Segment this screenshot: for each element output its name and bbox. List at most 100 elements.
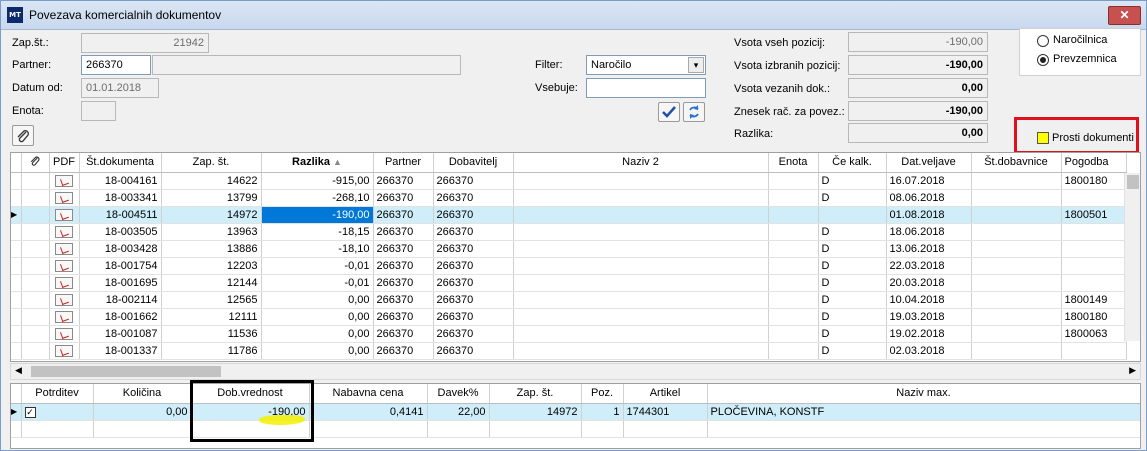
partner-cell: 266370 [373,223,434,241]
potrditev-cell[interactable]: ✓ [21,403,94,421]
pdf-cell[interactable] [49,172,80,190]
table-row[interactable]: 18-001695 12144 -0,01 266370 266370 D 20.03.20… [11,274,1127,292]
scroll-left-icon[interactable]: ◀ [15,365,22,376]
pdf-icon[interactable] [55,242,73,255]
ce-kalk-cell: D [818,189,887,207]
close-button[interactable]: ✕ [1108,6,1141,25]
filter-select[interactable]: Naročilo ▾ [586,55,706,75]
radio-prevzemnica[interactable] [1037,54,1049,66]
refresh-button[interactable] [683,102,705,122]
col-kolicina[interactable]: Količina [93,384,192,404]
col-davek[interactable]: Davek% [427,384,490,404]
table-row[interactable]: 18-003428 13886 -18,10 266370 266370 D 13.06.2… [11,240,1127,258]
detail-zap-st-cell: 14972 [489,403,582,421]
vsota-izbranih-label: Vsota izbranih pozicij: [734,60,841,72]
naziv-max-cell: PLOČEVINA, KONSTF [707,403,1140,421]
pdf-cell[interactable] [49,291,80,309]
pdf-icon[interactable] [55,327,73,340]
col-zap-st[interactable]: Zap. št. [161,153,262,173]
pdf-cell[interactable] [49,325,80,343]
filter-value: Naročilo [591,59,632,71]
confirm-checkbox[interactable]: ✓ [24,406,36,418]
pdf-cell[interactable] [49,342,80,360]
st-dobavnice-cell [971,342,1062,360]
col-dobavitelj[interactable]: Dobavitelj [433,153,514,173]
enota-field[interactable] [81,101,116,121]
partner-field[interactable]: 266370 [81,55,151,75]
table-row[interactable]: 18-002114 12565 0,00 266370 266370 D 10.04.201… [11,291,1127,309]
prosti-checkbox[interactable] [1037,132,1049,144]
grid-horizontal-scrollbar[interactable]: ◀ ▶ [10,363,1141,380]
vsebuje-input[interactable] [586,78,706,98]
row-pointer [11,240,22,258]
pdf-cell[interactable] [49,257,80,275]
vsota-vseh-field: -190,00 [848,32,988,52]
col-poz[interactable]: Poz. [581,384,624,404]
pdf-cell[interactable] [49,240,80,258]
detail-row[interactable]: ▶ ✓ 0,00 -190,00 0,4141 22,00 14972 1 17… [11,403,1140,421]
col-pdf[interactable]: PDF [49,153,80,173]
row-pointer [11,325,22,343]
col-nabavna-cena[interactable]: Nabavna cena [309,384,428,404]
partner-cell: 266370 [373,325,434,343]
detail-row-indicator-header [11,384,22,404]
col-ce-kalk[interactable]: Če kalk. [818,153,887,173]
table-row[interactable]: 18-001754 12203 -0,01 266370 266370 D 22.03.20… [11,257,1127,275]
col-potrditev[interactable]: Potrditev [21,384,94,404]
pdf-cell[interactable] [49,274,80,292]
pdf-icon[interactable] [55,225,73,238]
col-detail-zap-st[interactable]: Zap. št. [489,384,582,404]
table-row[interactable]: 18-003341 13799 -268,10 266370 266370 D 08.06.… [11,189,1127,207]
naziv2-cell [513,274,769,292]
col-st-dobavnice[interactable]: Št.dobavnice [971,153,1062,173]
grid-horizontal-thumb[interactable] [31,366,221,377]
enota-cell [768,257,819,275]
pdf-icon[interactable] [55,174,73,187]
pdf-icon[interactable] [55,191,73,204]
pdf-cell[interactable] [49,206,80,224]
ce-kalk-cell: D [818,342,887,360]
col-st-dokumenta[interactable]: Št.dokumenta [79,153,162,173]
enota-cell [768,172,819,190]
st-dobavnice-cell [971,325,1062,343]
table-row[interactable]: 18-001087 11536 0,00 266370 266370 D 19.02.201… [11,325,1127,343]
pdf-icon[interactable] [55,310,73,323]
row-pointer [11,189,22,207]
table-row[interactable]: 18-004161 14622 -915,00 266370 266370 D 16.07.… [11,172,1127,190]
pdf-icon[interactable] [55,259,73,272]
pdf-icon[interactable] [55,344,73,357]
confirm-button[interactable] [658,102,680,122]
pogodba-cell: 1800149 [1061,291,1127,309]
enota-cell [768,189,819,207]
enota-cell [768,325,819,343]
table-row[interactable]: 18-003505 13963 -18,15 266370 266370 D 18.06.2… [11,223,1127,241]
attach-button[interactable] [12,125,34,146]
pogodba-cell: 1800501 [1061,206,1127,224]
table-row[interactable]: 18-001662 12111 0,00 266370 266370 D 19.03.201… [11,308,1127,326]
pdf-cell[interactable] [49,308,80,326]
datum-field[interactable]: 01.01.2018 [81,78,159,98]
pdf-icon[interactable] [55,208,73,221]
col-naziv-max[interactable]: Naziv max. [707,384,1140,404]
pdf-icon[interactable] [55,276,73,289]
col-naziv2[interactable]: Naziv 2 [513,153,769,173]
col-dat-veljave[interactable]: Dat.veljave [886,153,972,173]
scroll-right-icon[interactable]: ▶ [1129,365,1136,376]
radio-narocilnica[interactable] [1037,35,1049,47]
col-artikel[interactable]: Artikel [623,384,708,404]
table-row[interactable]: 18-001337 11786 0,00 266370 266370 D 02.03.201… [11,342,1127,360]
grid-vertical-scrollbar[interactable] [1124,173,1140,341]
pdf-icon[interactable] [55,293,73,306]
grid-vertical-thumb[interactable] [1127,175,1139,189]
st-dokumenta-cell: 18-001662 [79,308,162,326]
attach-cell [21,342,50,360]
pdf-cell[interactable] [49,189,80,207]
pdf-cell[interactable] [49,223,80,241]
attach-cell [21,240,50,258]
col-partner[interactable]: Partner [373,153,434,173]
col-enota[interactable]: Enota [768,153,819,173]
attach-column-header[interactable] [21,153,50,173]
table-row[interactable]: ▶ 18-004511 14972 -190,00 266370 266370 01.08.… [11,206,1127,224]
col-pogodba[interactable]: Pogodba [1061,153,1127,173]
col-razlika[interactable]: Razlika ▲ [261,153,374,173]
